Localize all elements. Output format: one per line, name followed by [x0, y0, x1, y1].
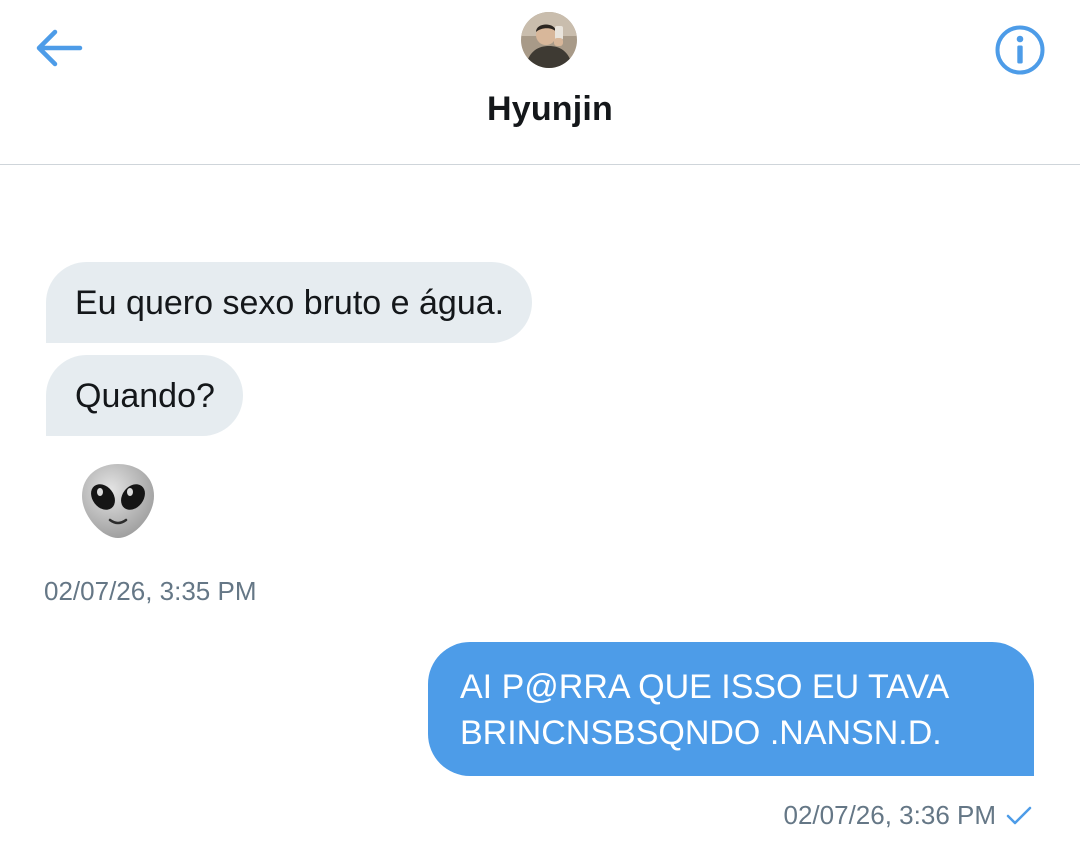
alien-emoji-message[interactable] [78, 462, 158, 542]
avatar[interactable] [521, 12, 577, 68]
message-text: Quando? [75, 377, 215, 415]
contact-name: Hyunjin [486, 90, 614, 128]
message-text: Eu quero sexo bruto e água. [75, 284, 505, 322]
arrow-left-icon [36, 29, 83, 67]
message-text-line: AI P@RRA QUE ISSO EU TAVA [460, 668, 950, 706]
alien-emoji-icon [82, 464, 154, 538]
outgoing-message-bubble[interactable]: AI P@RRA QUE ISSO EU TAVA BRINCNSBSQNDO … [428, 642, 1034, 776]
incoming-message-bubble[interactable]: Quando? [46, 355, 243, 436]
back-button[interactable] [30, 22, 86, 74]
incoming-message-bubble[interactable]: Eu quero sexo bruto e água. [46, 262, 533, 343]
conversation-header: Hyunjin [0, 0, 1080, 165]
checkmark-icon [1006, 806, 1032, 825]
incoming-timestamp: 02/07/26, 3:35 PM [44, 576, 257, 606]
info-button[interactable] [992, 24, 1048, 76]
info-circle-icon [995, 25, 1045, 75]
outgoing-timestamp: 02/07/26, 3:36 PM [783, 800, 996, 830]
message-text-line: BRINCNSBSQNDO .NANSN.D. [460, 714, 942, 752]
